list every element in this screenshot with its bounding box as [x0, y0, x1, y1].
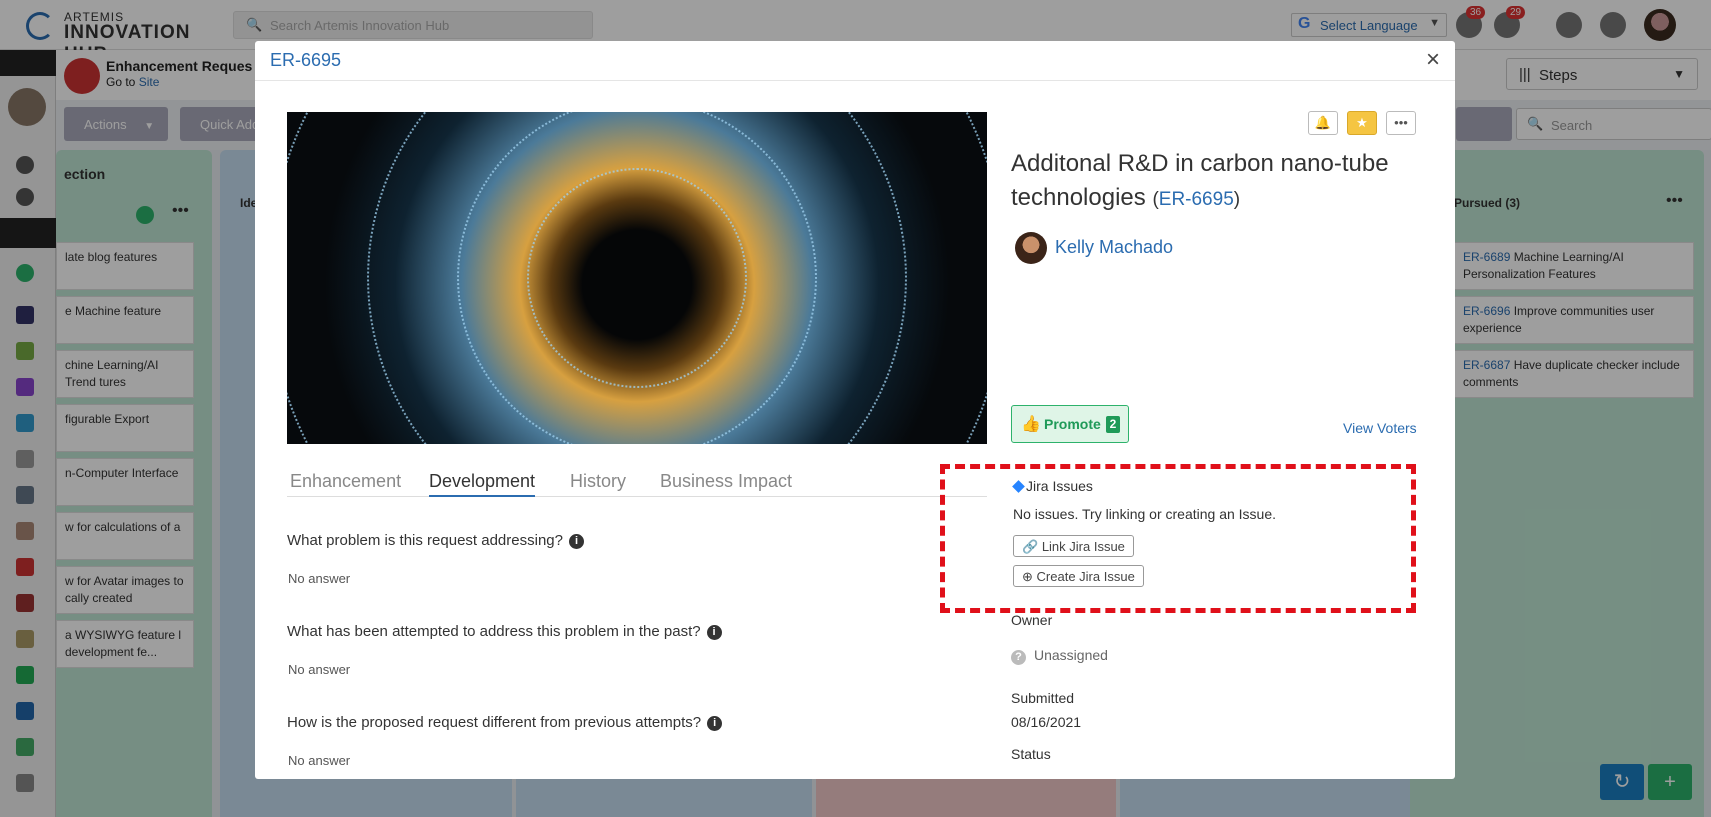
- owner-label: Owner: [1011, 612, 1053, 628]
- tab-history[interactable]: History: [570, 471, 626, 492]
- star-icon[interactable]: ★: [1347, 111, 1377, 135]
- enhancement-id-link[interactable]: ER-6695: [1159, 189, 1234, 210]
- info-icon[interactable]: i: [568, 534, 584, 549]
- promote-count: 2: [1106, 416, 1120, 433]
- jira-highlight-box: [940, 464, 1416, 613]
- info-icon[interactable]: i: [706, 625, 722, 640]
- author-link[interactable]: Kelly Machado: [1055, 237, 1173, 258]
- author-avatar[interactable]: [1015, 232, 1047, 264]
- modal-header: ER-6695 ×: [255, 41, 1455, 81]
- enhancement-modal: ER-6695 × Enhancement Development Histor…: [255, 41, 1455, 779]
- thumbs-up-icon: 👍: [1021, 416, 1041, 433]
- close-icon[interactable]: ×: [1426, 46, 1440, 74]
- title-paren-close: ): [1233, 189, 1241, 210]
- answer-text: No answer: [288, 662, 351, 677]
- info-icon[interactable]: i: [707, 716, 723, 731]
- question-text: What problem is this request addressing?: [287, 532, 563, 549]
- more-icon[interactable]: •••: [1386, 111, 1416, 135]
- question-text: How is the proposed request different fr…: [287, 714, 702, 731]
- tab-development[interactable]: Development: [429, 471, 536, 497]
- nanotube-ring: [287, 112, 987, 444]
- enhancement-title: Additonal R&D in carbon nano-tube techno…: [1011, 147, 1431, 217]
- owner-value-text: Unassigned: [1034, 647, 1108, 663]
- modal-id: ER-6695: [270, 50, 342, 70]
- tab-business-impact[interactable]: Business Impact: [660, 471, 792, 492]
- submitted-value: 08/16/2021: [1011, 714, 1082, 730]
- bell-icon[interactable]: 🔔: [1308, 111, 1338, 135]
- status-label: Status: [1011, 746, 1051, 762]
- question-text: What has been attempted to address this …: [287, 623, 701, 640]
- modal-tabs: Enhancement Development History Business…: [287, 467, 987, 497]
- unknown-user-icon: ?: [1011, 650, 1026, 665]
- view-voters-link[interactable]: View Voters: [1343, 420, 1417, 436]
- promote-label: Promote: [1044, 416, 1101, 432]
- promote-button[interactable]: 👍 Promote 2: [1011, 405, 1129, 443]
- answer-text: No answer: [288, 571, 351, 586]
- tab-enhancement[interactable]: Enhancement: [290, 471, 401, 492]
- hero-image: [287, 112, 987, 444]
- submitted-label: Submitted: [1011, 690, 1075, 706]
- owner-value[interactable]: ? Unassigned: [1011, 647, 1108, 665]
- question-label: What has been attempted to address this …: [287, 623, 722, 640]
- answer-text: No answer: [288, 753, 351, 768]
- question-label: What problem is this request addressing?…: [287, 532, 584, 549]
- question-label: How is the proposed request different fr…: [287, 714, 723, 731]
